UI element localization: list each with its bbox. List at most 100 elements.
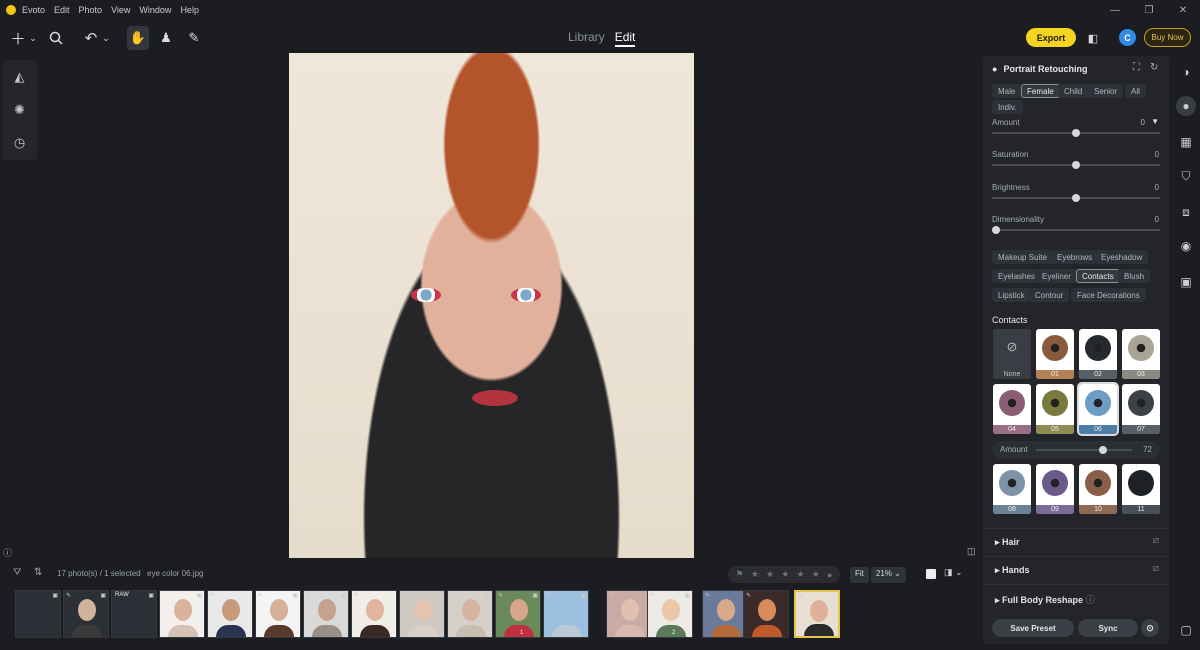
clothing-icon[interactable]: ⛉ <box>1176 166 1196 186</box>
thumbnail[interactable]: ✎ ▣ <box>303 590 349 638</box>
subject-female[interactable]: Female <box>1021 84 1060 98</box>
subject-individual[interactable]: Indiv. <box>992 100 1023 114</box>
filter-icon[interactable]: ⛛ <box>13 567 21 578</box>
tab-contacts[interactable]: Contacts <box>1076 269 1120 283</box>
camera-icon[interactable]: ◉ <box>1176 236 1196 256</box>
thumbnail[interactable]: ✎ ▣ <box>255 590 301 638</box>
thumbnail[interactable]: ✎ <box>743 590 789 638</box>
face-select-icon[interactable]: ⛶ <box>1133 62 1140 73</box>
thumbnail[interactable]: ✎ ▣ 1 <box>495 590 541 638</box>
folder-icon[interactable]: ▣ <box>1176 272 1196 292</box>
sync-button[interactable]: Sync <box>1078 619 1138 637</box>
subject-senior[interactable]: Senior <box>1088 84 1124 98</box>
thumbnail[interactable]: ✎ <box>351 590 397 638</box>
maximize-button[interactable]: ❐ <box>1132 0 1166 20</box>
fit-button[interactable]: Fit <box>850 567 869 583</box>
tab-eyeshadow[interactable]: Eyeshadow <box>1095 250 1149 264</box>
thumbnail[interactable]: ✎ <box>606 590 652 638</box>
subject-male[interactable]: Male <box>992 84 1022 98</box>
lens-swatch-selected[interactable]: 06 <box>1077 382 1119 436</box>
undo-icon[interactable]: ↶ <box>82 26 100 50</box>
avatar[interactable]: C <box>1119 29 1136 46</box>
tab-face-decorations[interactable]: Face Decorations <box>1071 288 1146 302</box>
tab-makeup-suite[interactable]: Makeup Suite <box>992 250 1053 264</box>
contacts-amount-track[interactable] <box>1036 446 1132 454</box>
zoom-select[interactable]: 21% ⌄ <box>870 567 906 583</box>
tab-contour[interactable]: Contour <box>1029 288 1070 302</box>
slider-brightness-track[interactable] <box>992 194 1160 202</box>
star-5-icon[interactable]: ★ <box>812 569 820 580</box>
tab-eyebrows[interactable]: Eyebrows <box>1051 250 1099 264</box>
sort-icon[interactable]: ⇅ <box>34 567 42 578</box>
subject-child[interactable]: Child <box>1058 84 1089 98</box>
lens-swatch[interactable]: 04 <box>993 384 1031 434</box>
ai-edit-icon[interactable]: ◭ <box>2 60 37 93</box>
star-3-icon[interactable]: ★ <box>781 569 789 580</box>
menu-window[interactable]: Window <box>139 5 171 15</box>
add-icon[interactable]: ＋ <box>8 26 28 50</box>
compare-view-icon[interactable]: ◨ ⌄ <box>944 567 963 578</box>
lens-swatch[interactable]: 02 <box>1079 329 1117 379</box>
lens-swatch[interactable]: 01 <box>1036 329 1074 379</box>
info-icon[interactable]: ⓘ <box>3 546 12 559</box>
thumbnail-selected[interactable]: ✎ <box>794 590 840 638</box>
thumbnail[interactable]: ✎ ▣ <box>399 590 445 638</box>
split-view-icon[interactable]: ◫ <box>967 546 976 557</box>
thumbnail[interactable]: ✎ ▣ 2 <box>647 590 693 638</box>
reset-icon[interactable]: ↻ <box>1150 62 1158 73</box>
star-1-icon[interactable]: ★ <box>751 569 759 580</box>
export-button[interactable]: Export <box>1026 28 1076 47</box>
close-button[interactable]: ✕ <box>1166 0 1200 20</box>
search-icon[interactable] <box>46 26 66 50</box>
subject-all[interactable]: All <box>1125 84 1146 98</box>
toggle-off-icon[interactable]: ⧄ <box>1153 563 1159 574</box>
crop-icon[interactable]: ⧈ <box>1176 202 1196 222</box>
menu-edit[interactable]: Edit <box>54 5 70 15</box>
buy-now-button[interactable]: Buy Now <box>1144 28 1191 47</box>
star-4-icon[interactable]: ★ <box>797 569 805 580</box>
slider-saturation-knob[interactable] <box>1072 161 1080 169</box>
tab-eyelashes[interactable]: Eyelashes <box>992 269 1041 283</box>
lens-swatch[interactable]: 08 <box>993 464 1031 514</box>
eraser-icon[interactable]: ✎ <box>184 26 204 50</box>
tab-library[interactable]: Library <box>568 30 605 47</box>
lens-swatch[interactable]: 05 <box>1036 384 1074 434</box>
single-view-icon[interactable] <box>926 569 936 579</box>
caret-down-icon[interactable]: ▼ <box>1151 117 1159 126</box>
star-2-icon[interactable]: ★ <box>766 569 774 580</box>
portrait-icon[interactable]: ● <box>1176 96 1196 116</box>
contacts-amount-knob[interactable] <box>1099 446 1108 454</box>
feedback-icon[interactable]: ▢ <box>1176 620 1196 640</box>
menu-view[interactable]: View <box>111 5 130 15</box>
thumbnail[interactable]: RAW ▣ <box>111 590 157 638</box>
menu-app[interactable]: Evoto <box>22 5 45 15</box>
thumbnail[interactable]: ▣ <box>159 590 205 638</box>
history-icon[interactable]: ◷ <box>2 126 37 159</box>
menu-photo[interactable]: Photo <box>79 5 103 15</box>
chevron-down-icon[interactable]: ⌄ <box>28 26 38 50</box>
color-label-icon[interactable]: ● <box>827 570 832 580</box>
section-full-body-reshape[interactable]: ▸ Full Body Reshape ⓘ <box>983 584 1169 610</box>
tab-edit[interactable]: Edit <box>614 30 636 47</box>
slider-saturation-track[interactable] <box>992 161 1160 169</box>
thumbnail[interactable]: ▣ <box>15 590 61 638</box>
save-preset-button[interactable]: Save Preset <box>992 619 1074 637</box>
section-hair[interactable]: ▸ Hair ⧄ <box>983 528 1169 554</box>
toggle-off-icon[interactable]: ⧄ <box>1153 535 1159 546</box>
crop-compare-icon[interactable]: ◧ <box>1084 26 1102 50</box>
photo-canvas[interactable] <box>289 53 694 558</box>
lens-swatch[interactable]: 03 <box>1122 329 1160 379</box>
tab-blush[interactable]: Blush <box>1118 269 1151 283</box>
lens-swatch[interactable]: 11 <box>1122 464 1160 514</box>
minimize-button[interactable]: — <box>1098 0 1132 20</box>
sync-settings-icon[interactable]: ⊙ <box>1141 619 1159 637</box>
tab-eyeliner[interactable]: Eyeliner <box>1036 269 1077 283</box>
thumbnail[interactable]: ✎ ▣ <box>63 590 109 638</box>
undo-menu-chevron-icon[interactable]: ⌄ <box>101 26 111 50</box>
slider-dimensionality-knob[interactable] <box>992 226 1000 234</box>
palette-icon[interactable]: ◑ <box>1176 62 1196 82</box>
slider-amount-knob[interactable] <box>1072 129 1080 137</box>
thumbnail[interactable]: ✎ <box>702 590 748 638</box>
presets-icon[interactable]: ✺ <box>2 93 37 126</box>
hand-icon[interactable]: ✋ <box>127 26 149 50</box>
